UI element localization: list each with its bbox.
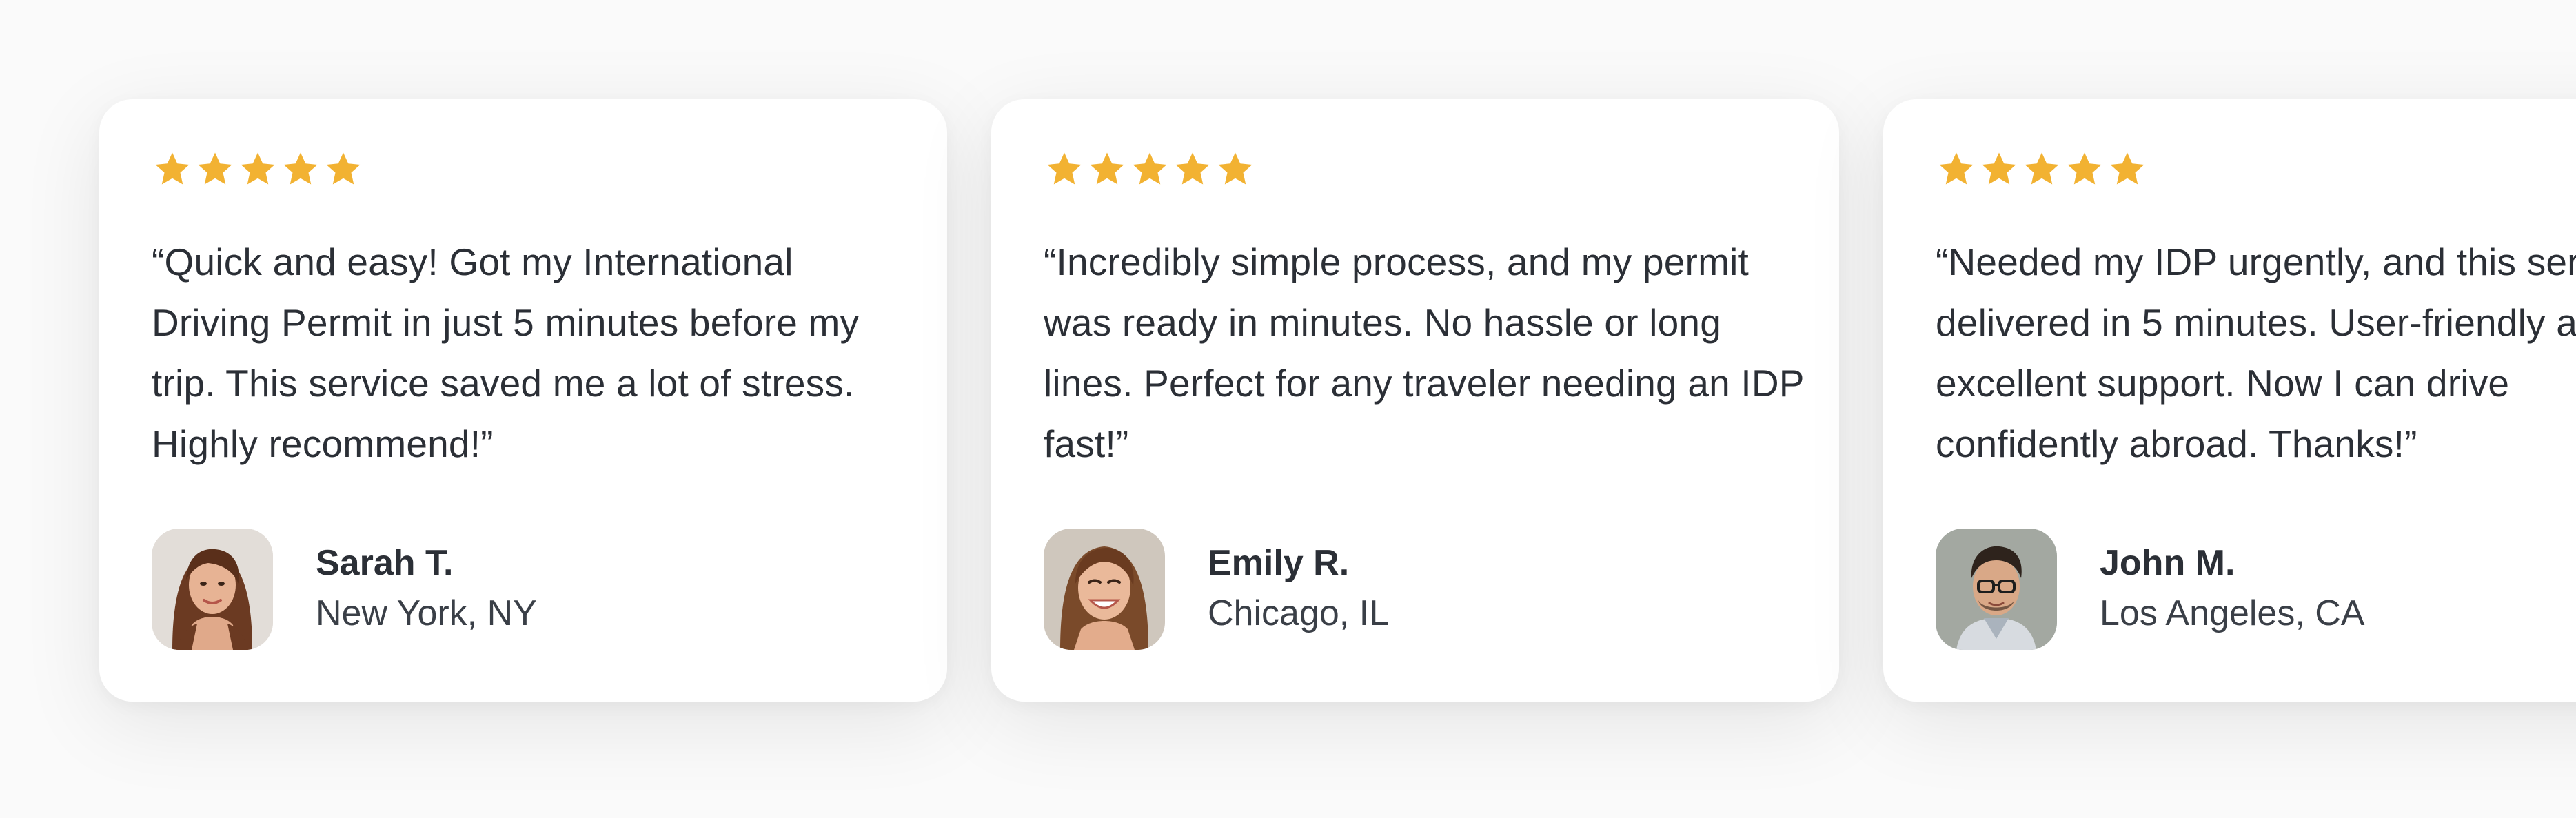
author-info: Sarah T. New York, NY (316, 539, 537, 640)
testimonial-quote: “Quick and easy! Got my International Dr… (152, 241, 860, 465)
star-icon (152, 149, 193, 190)
star-icon (237, 149, 278, 190)
author-location: Los Angeles, CA (2100, 593, 2365, 633)
star-icon (2064, 149, 2105, 190)
star-icon (1086, 149, 1128, 190)
star-rating (1936, 149, 2148, 190)
star-icon (194, 149, 236, 190)
star-rating (152, 149, 364, 190)
star-icon (2021, 149, 2062, 190)
author-name: Emily R. (1208, 543, 1350, 583)
star-icon (1978, 149, 2020, 190)
star-icon (1044, 149, 1085, 190)
star-icon (2107, 149, 2148, 190)
testimonial-card: “Incredibly simple process, and my permi… (991, 99, 1839, 702)
star-icon (1215, 149, 1256, 190)
testimonial-author: Emily R. Chicago, IL (1044, 529, 1389, 650)
testimonial-author: John M. Los Angeles, CA (1936, 529, 2364, 650)
star-rating (1044, 149, 1256, 190)
testimonial-quote: “Incredibly simple process, and my permi… (1044, 241, 1804, 465)
author-info: Emily R. Chicago, IL (1208, 539, 1389, 640)
man-glasses-avatar (1936, 529, 2057, 650)
author-location: New York, NY (316, 593, 537, 633)
testimonial-quote: “Needed my IDP urgently, and this servic… (1936, 241, 2576, 465)
woman-smiling-avatar (1044, 529, 1165, 650)
star-icon (1172, 149, 1213, 190)
author-location: Chicago, IL (1208, 593, 1390, 633)
author-name: John M. (2100, 543, 2235, 583)
author-name: Sarah T. (316, 543, 454, 583)
star-icon (1129, 149, 1170, 190)
star-icon (280, 149, 321, 190)
testimonial-card: “Quick and easy! Got my International Dr… (99, 99, 947, 702)
testimonials-track: “Quick and easy! Got my International Dr… (0, 0, 2576, 818)
author-info: John M. Los Angeles, CA (2100, 539, 2364, 640)
star-icon (323, 149, 364, 190)
testimonial-card: “Needed my IDP urgently, and this servic… (1883, 99, 2576, 702)
testimonial-author: Sarah T. New York, NY (152, 529, 537, 650)
testimonials-carousel[interactable]: “Quick and easy! Got my International Dr… (0, 0, 2576, 818)
woman-portrait-avatar (152, 529, 273, 650)
star-icon (1936, 149, 1977, 190)
